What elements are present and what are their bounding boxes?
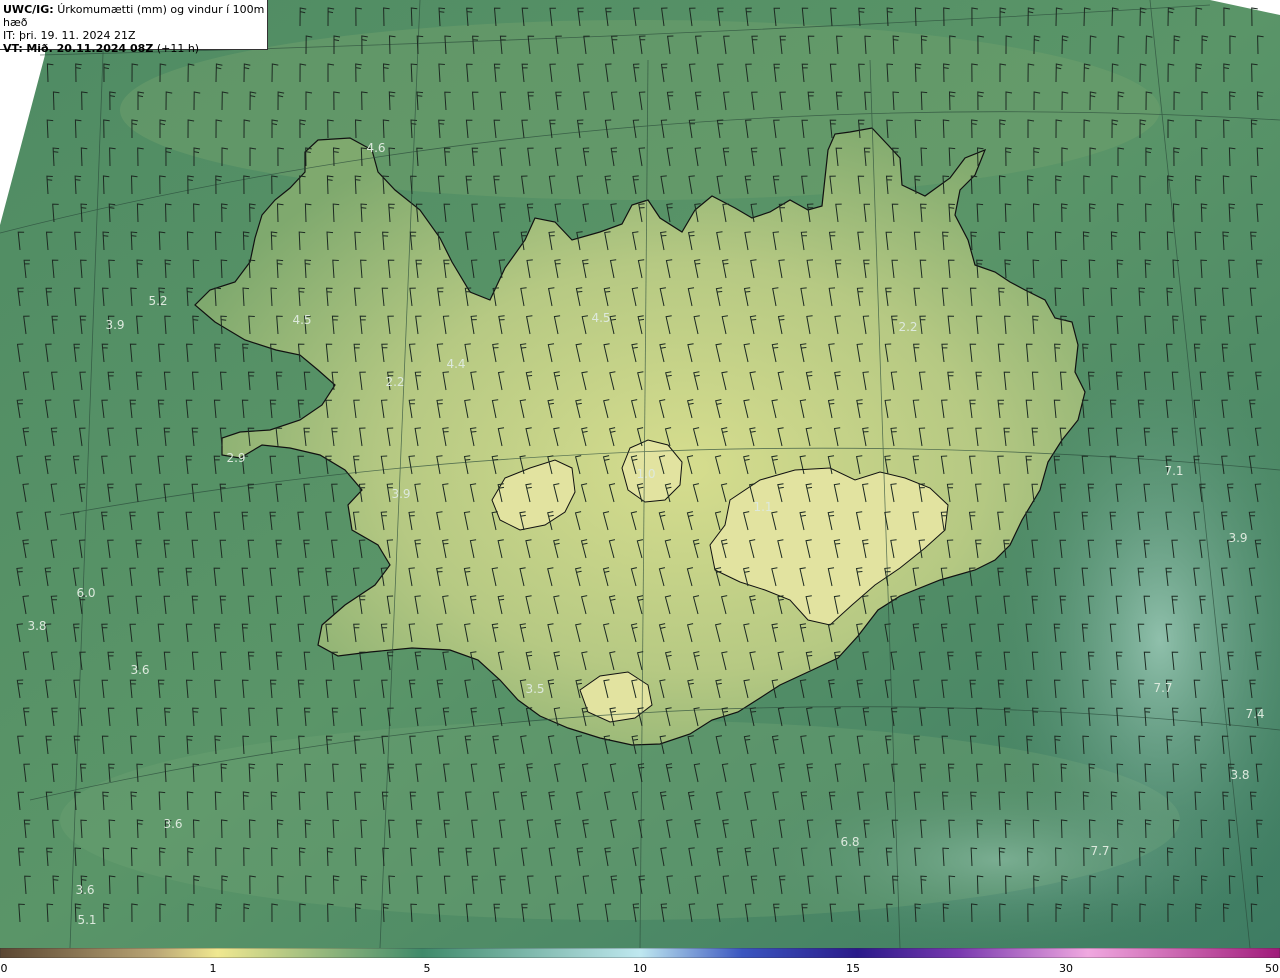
lead-time: (+11 h)	[156, 42, 200, 55]
value-label: 3.6	[75, 883, 95, 897]
valid-prefix: VT:	[3, 42, 23, 55]
value-label: 5.1	[77, 913, 97, 927]
value-label: 3.9	[1228, 531, 1248, 545]
value-label: 2.2	[898, 320, 918, 334]
value-label: 3.9	[105, 318, 125, 332]
value-label: 3.8	[27, 619, 47, 633]
colorbar-tick: 50	[1265, 962, 1279, 975]
value-label: 3.5	[525, 682, 545, 696]
value-label: 3.9	[391, 487, 411, 501]
value-label: 5.2	[148, 294, 168, 308]
value-label: 6.0	[76, 586, 96, 600]
precip-colorbar	[0, 948, 1280, 958]
model-name: UWC/IG:	[3, 3, 54, 16]
colorbar-tick: 15	[846, 962, 860, 975]
value-label: 7.4	[1245, 707, 1265, 721]
colorbar-tick: 10	[633, 962, 647, 975]
colorbar-tick: 30	[1059, 962, 1073, 975]
value-label: 6.8	[840, 835, 860, 849]
colorbar-ticks: 0 1 5 10 15 30 50	[0, 962, 1280, 978]
value-label: 3.6	[163, 817, 183, 831]
value-label: 4.4	[446, 357, 466, 371]
init-time: IT: þri. 19. 11. 2024 21Z	[3, 29, 136, 42]
value-label: 3.8	[1230, 768, 1250, 782]
value-label: 7.7	[1153, 681, 1173, 695]
map-info-box: UWC/IG: Úrkomumætti (mm) og vindur í 100…	[0, 0, 268, 55]
colorbar-tick: 1	[209, 962, 217, 975]
colorbar-tick: 5	[423, 962, 431, 975]
value-label: 1.1	[753, 500, 773, 514]
colorbar-tick: 0	[0, 962, 8, 975]
value-label: 2.2	[385, 375, 405, 389]
value-label: 4.6	[366, 141, 386, 155]
value-label: 7.1	[1164, 464, 1184, 478]
value-label: 3.6	[130, 663, 150, 677]
value-label: 4.5	[591, 311, 611, 325]
value-label: 4.5	[292, 313, 312, 327]
value-label: 2.9	[226, 451, 246, 465]
valid-time: Mið. 20.11.2024 08Z	[26, 42, 154, 55]
value-label: 7.7	[1090, 844, 1110, 858]
value-label: 1.0	[636, 467, 656, 481]
ocean-band-north	[120, 20, 1160, 200]
